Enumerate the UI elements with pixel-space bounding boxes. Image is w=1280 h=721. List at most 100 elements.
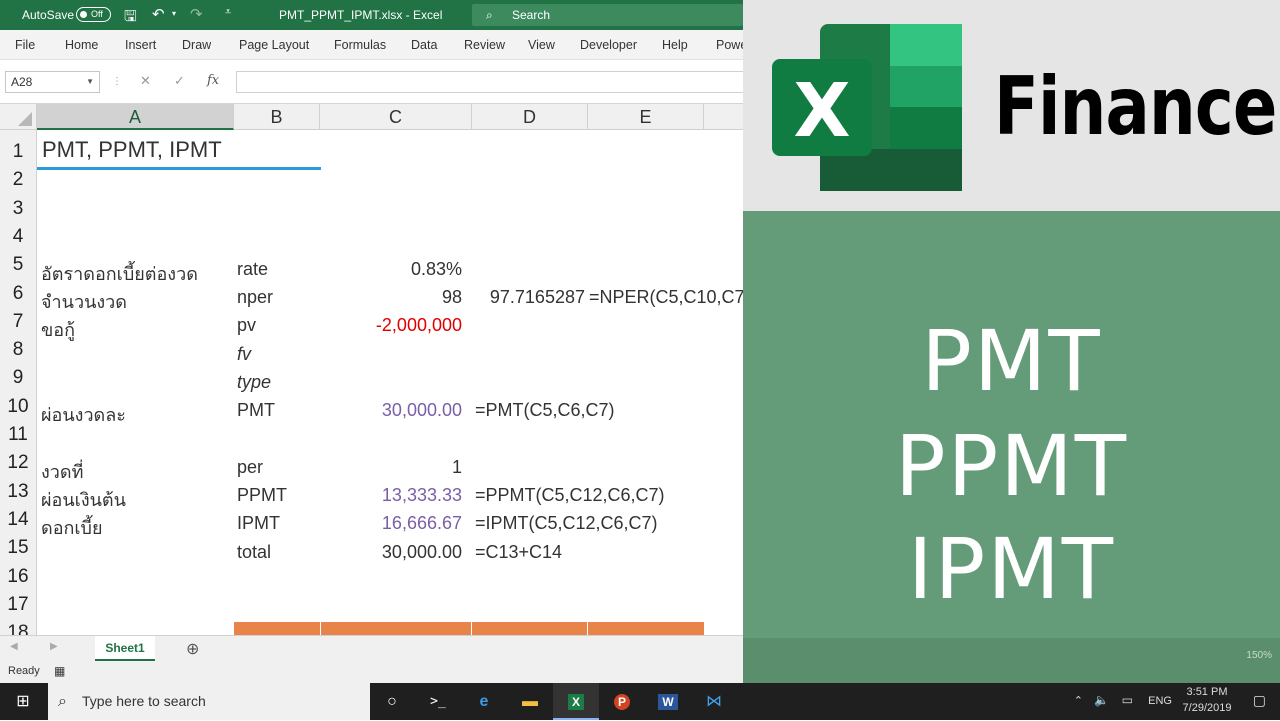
cell-a13[interactable]: ผ่อนเงินต้น	[41, 485, 126, 514]
cell-b14[interactable]: IPMT	[237, 513, 280, 534]
cell-b9[interactable]: type	[237, 372, 271, 393]
menu-page-layout[interactable]: Page Layout	[239, 38, 309, 52]
row-header-6[interactable]: 6	[0, 280, 36, 308]
powerpoint-icon[interactable]: P	[599, 683, 645, 720]
formula-input[interactable]	[236, 71, 743, 93]
row-header-5[interactable]: 5	[0, 251, 36, 279]
row-header-3[interactable]: 3	[0, 195, 36, 223]
column-header-a[interactable]: A	[37, 104, 234, 130]
task-view-icon[interactable]: ○	[369, 683, 415, 720]
cell-c13[interactable]: 13,333.33	[320, 485, 462, 506]
autosave-toggle[interactable]: Off	[76, 7, 111, 22]
row-header-15[interactable]: 15	[0, 534, 36, 562]
scroll-right-icon[interactable]: ▶	[50, 641, 58, 652]
redo-icon[interactable]: ↷	[190, 5, 203, 23]
menu-help[interactable]: Help	[662, 38, 688, 52]
add-sheet-icon[interactable]: ⊕	[186, 639, 199, 659]
macro-record-icon[interactable]: ▦	[54, 664, 65, 678]
row-header-13[interactable]: 13	[0, 478, 36, 506]
row-header-10[interactable]: 10	[0, 393, 36, 421]
cell-c12[interactable]: 1	[320, 457, 462, 478]
row-header-2[interactable]: 2	[0, 166, 36, 194]
cell-c15[interactable]: 30,000.00	[320, 542, 462, 563]
tray-expand-icon[interactable]: ⌃	[1074, 694, 1083, 707]
search-box[interactable]: ⌕ Search	[472, 4, 743, 26]
row-header-4[interactable]: 4	[0, 223, 36, 251]
menu-review[interactable]: Review	[464, 38, 505, 52]
file-explorer-icon[interactable]: ▬	[507, 683, 553, 720]
row-header-8[interactable]: 8	[0, 336, 36, 364]
select-all-corner[interactable]	[0, 104, 37, 130]
vscode-icon[interactable]: ⋈	[691, 683, 737, 720]
cell-a7[interactable]: ขอกู้	[41, 315, 75, 344]
edge-icon[interactable]: e	[461, 683, 507, 720]
name-box[interactable]: A28 ▼	[5, 71, 100, 93]
cell-b13[interactable]: PPMT	[237, 485, 287, 506]
cell-grid[interactable]: PMT, PPMT, IPMT อัตราดอกเบี้ยต่องวด rate…	[37, 130, 743, 635]
cell-e6[interactable]: =NPER(C5,C10,C7)	[589, 287, 743, 308]
cell-a10[interactable]: ผ่อนงวดละ	[41, 400, 126, 429]
row-header-7[interactable]: 7	[0, 308, 36, 336]
column-header-d[interactable]: D	[472, 104, 588, 130]
taskbar-search[interactable]: ⌕ Type here to search	[48, 683, 370, 720]
table-header-cell-e18[interactable]	[588, 622, 704, 635]
column-header-e[interactable]: E	[588, 104, 704, 130]
column-header-c[interactable]: C	[320, 104, 472, 130]
row-header-11[interactable]: 11	[0, 421, 36, 449]
cell-c7[interactable]: -2,000,000	[320, 315, 462, 336]
enter-icon[interactable]: ✓	[174, 73, 185, 89]
menu-draw[interactable]: Draw	[182, 38, 211, 52]
notification-icon[interactable]: ▢	[1253, 692, 1266, 709]
menu-home[interactable]: Home	[65, 38, 98, 52]
cell-a6[interactable]: จำนวนงวด	[41, 287, 127, 316]
clock-time[interactable]: 3:51 PM	[1182, 686, 1232, 698]
cell-b8[interactable]: fv	[237, 344, 251, 365]
cell-a1[interactable]: PMT, PPMT, IPMT	[42, 137, 222, 163]
language-indicator[interactable]: ENG	[1148, 695, 1172, 707]
cell-a14[interactable]: ดอกเบี้ย	[41, 513, 103, 542]
network-icon[interactable]: ▭	[1122, 693, 1133, 707]
scroll-left-icon[interactable]: ◀	[10, 641, 18, 652]
volume-icon[interactable]: 🔈	[1094, 693, 1109, 707]
insert-function-icon[interactable]: fx	[207, 73, 219, 88]
cell-b10[interactable]: PMT	[237, 400, 275, 421]
menu-data[interactable]: Data	[411, 38, 437, 52]
row-header-9[interactable]: 9	[0, 364, 36, 392]
cell-b15[interactable]: total	[237, 542, 271, 563]
windows-start-icon[interactable]: ⊞	[0, 683, 46, 720]
cell-c5[interactable]: 0.83%	[320, 259, 462, 280]
customize-toolbar-icon[interactable]: ⩡	[225, 6, 231, 19]
cell-d13[interactable]: =PPMT(C5,C12,C6,C7)	[475, 485, 665, 506]
row-header-17[interactable]: 17	[0, 591, 36, 619]
menu-insert[interactable]: Insert	[125, 38, 156, 52]
cell-d15[interactable]: =C13+C14	[475, 542, 562, 563]
cell-b7[interactable]: pv	[237, 315, 256, 336]
table-header-cell-d18[interactable]	[472, 622, 587, 635]
menu-file[interactable]: File	[15, 38, 35, 52]
cancel-icon[interactable]: ✕	[140, 73, 151, 89]
cell-d10[interactable]: =PMT(C5,C6,C7)	[475, 400, 615, 421]
row-header-12[interactable]: 12	[0, 449, 36, 477]
cell-b5[interactable]: rate	[237, 259, 268, 280]
name-box-dropdown-icon[interactable]: ▼	[86, 72, 94, 92]
cell-d6[interactable]: 97.7165287	[472, 287, 585, 308]
table-header-cell-c18[interactable]	[321, 622, 471, 635]
undo-dropdown-icon[interactable]: ▾	[172, 9, 176, 18]
table-header-cell-b18[interactable]	[234, 622, 320, 635]
column-header-b[interactable]: B	[234, 104, 320, 130]
row-header-1[interactable]: 1	[0, 138, 36, 166]
excel-taskbar-icon[interactable]: X	[553, 683, 599, 720]
menu-developer[interactable]: Developer	[580, 38, 637, 52]
row-header-16[interactable]: 16	[0, 563, 36, 591]
cell-c6[interactable]: 98	[320, 287, 462, 308]
terminal-icon[interactable]: >_	[415, 683, 461, 720]
row-header-14[interactable]: 14	[0, 506, 36, 534]
undo-icon[interactable]: ↶	[152, 5, 165, 23]
cell-c14[interactable]: 16,666.67	[320, 513, 462, 534]
menu-view[interactable]: View	[528, 38, 555, 52]
word-icon[interactable]: W	[645, 683, 691, 720]
cell-b6[interactable]: nper	[237, 287, 273, 308]
cell-a12[interactable]: งวดที่	[41, 457, 83, 486]
menu-formulas[interactable]: Formulas	[334, 38, 386, 52]
clock-date[interactable]: 7/29/2019	[1180, 702, 1234, 714]
